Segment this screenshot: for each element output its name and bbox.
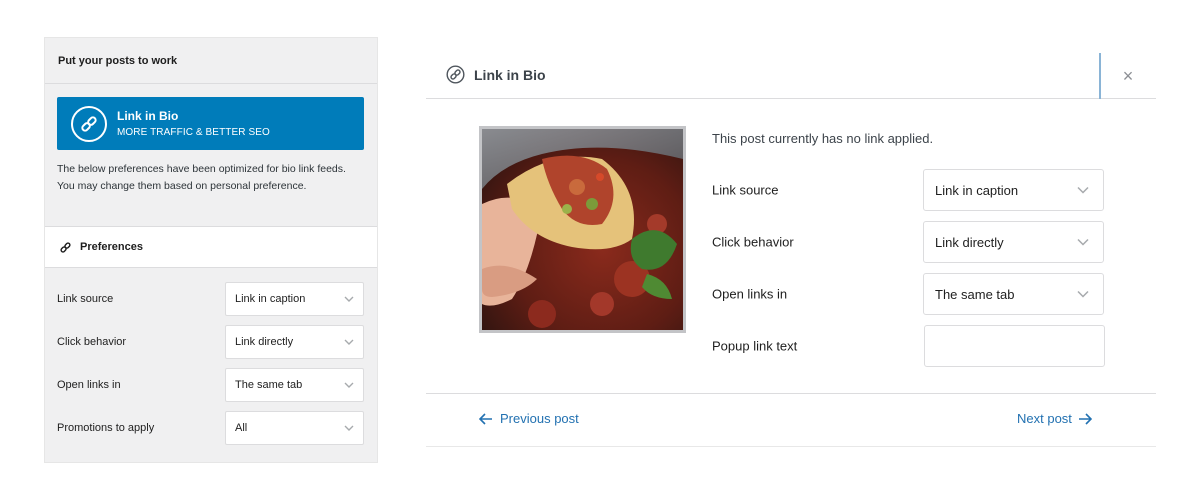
link-circle-icon — [71, 105, 107, 142]
next-post-link[interactable]: Next post — [1017, 411, 1092, 426]
link-source-row: Link source Link in caption — [57, 282, 364, 316]
modal-click-behavior-select[interactable]: Link directly — [923, 221, 1104, 263]
open-links-label: Open links in — [57, 379, 121, 391]
modal-title: Link in Bio — [474, 66, 546, 83]
modal-click-behavior-label: Click behavior — [712, 234, 794, 250]
link-icon — [59, 241, 72, 254]
header-divider — [1099, 53, 1101, 99]
modal-open-links-label: Open links in — [712, 286, 788, 302]
chevron-down-icon — [1077, 238, 1089, 246]
chevron-down-icon — [344, 339, 354, 345]
link-status-text: This post currently has no link applied. — [712, 131, 934, 146]
link-source-value: Link in caption — [235, 293, 306, 305]
popup-link-text-label: Popup link text — [712, 338, 798, 354]
chevron-down-icon — [344, 296, 354, 302]
promotions-select[interactable]: All — [225, 411, 364, 445]
modal-open-links-row: Open links in The same tab — [712, 273, 1104, 315]
post-settings-panel: Put your posts to work Link in Bio MORE … — [44, 37, 378, 463]
chevron-down-icon — [1077, 186, 1089, 194]
open-links-value: The same tab — [235, 379, 303, 391]
popup-link-text-input[interactable] — [924, 325, 1105, 367]
link-source-select[interactable]: Link in caption — [225, 282, 364, 316]
popup-link-text-row: Popup link text — [712, 325, 1105, 367]
salsa-chip-image — [482, 129, 683, 330]
link-in-bio-promo-button[interactable]: Link in Bio MORE TRAFFIC & BETTER SEO — [57, 97, 364, 150]
modal-click-behavior-value: Link directly — [935, 234, 1004, 250]
chevron-down-icon — [344, 425, 354, 431]
arrow-right-icon — [1078, 412, 1092, 425]
next-post-label: Next post — [1017, 411, 1072, 426]
modal-link-source-value: Link in caption — [935, 182, 1019, 198]
footer-divider — [426, 393, 1156, 394]
open-links-select[interactable]: The same tab — [225, 368, 364, 402]
close-button[interactable]: × — [1116, 65, 1140, 87]
modal-open-links-select[interactable]: The same tab — [923, 273, 1104, 315]
preferences-header[interactable]: Preferences — [45, 226, 377, 268]
preferences-header-label: Preferences — [80, 241, 143, 253]
click-behavior-row: Click behavior Link directly — [57, 325, 364, 359]
promo-title: Link in Bio — [117, 108, 179, 123]
modal-click-behavior-row: Click behavior Link directly — [712, 221, 1104, 263]
modal-link-source-label: Link source — [712, 182, 779, 198]
close-icon: × — [1122, 65, 1134, 86]
post-thumbnail — [479, 126, 686, 333]
previous-post-link[interactable]: Previous post — [479, 411, 579, 426]
link-in-bio-modal: Link in Bio × This post currently has no… — [426, 51, 1156, 447]
promo-subtitle: MORE TRAFFIC & BETTER SEO — [117, 126, 270, 138]
click-behavior-select[interactable]: Link directly — [225, 325, 364, 359]
panel-title: Put your posts to work — [45, 38, 377, 84]
open-links-row: Open links in The same tab — [57, 368, 364, 402]
link-circle-icon — [446, 65, 465, 84]
chevron-down-icon — [344, 382, 354, 388]
modal-link-source-row: Link source Link in caption — [712, 169, 1104, 211]
chevron-down-icon — [1077, 290, 1089, 298]
click-behavior-value: Link directly — [235, 336, 294, 348]
modal-link-source-select[interactable]: Link in caption — [923, 169, 1104, 211]
promotions-row: Promotions to apply All — [57, 411, 364, 445]
modal-header: Link in Bio — [426, 51, 1156, 99]
click-behavior-label: Click behavior — [57, 336, 127, 348]
arrow-left-icon — [479, 412, 493, 425]
previous-post-label: Previous post — [500, 411, 579, 426]
link-source-label: Link source — [57, 293, 114, 305]
promotions-value: All — [235, 422, 248, 434]
preferences-description: The below preferences have been optimize… — [57, 163, 346, 192]
promotions-label: Promotions to apply — [57, 422, 155, 434]
modal-open-links-value: The same tab — [935, 286, 1015, 302]
